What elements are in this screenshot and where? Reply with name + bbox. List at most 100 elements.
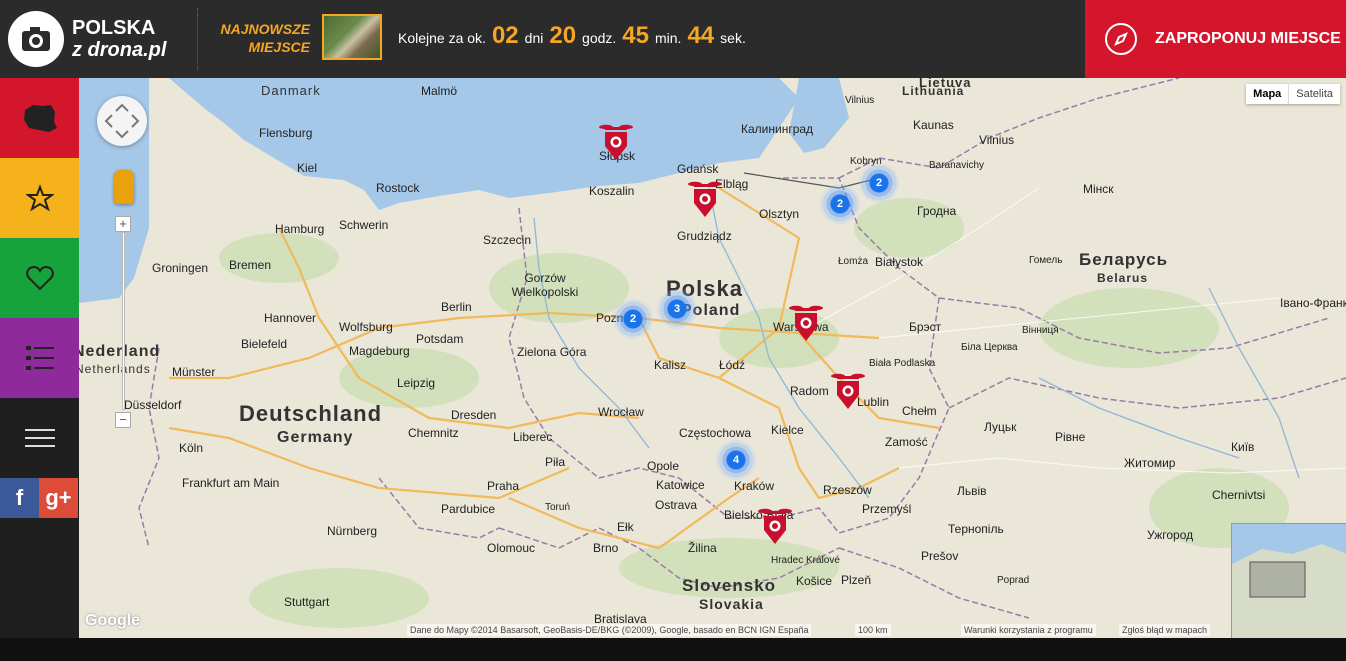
city-label-zielona-gora: Zielona Góra <box>517 345 587 359</box>
propose-place-button[interactable]: ZAPROPONUJ MIEJSCE <box>1085 0 1346 78</box>
googleplus-icon[interactable]: g+ <box>39 478 78 518</box>
city-label-czestochowa: Częstochowa <box>679 426 752 440</box>
city-label-dusseldorf: Düsseldorf <box>124 398 182 412</box>
site-logo[interactable]: POLSKA z drona.pl <box>8 10 198 68</box>
drone-pin-icon[interactable] <box>599 122 633 166</box>
facebook-icon[interactable]: f <box>0 478 39 518</box>
drone-pin-icon[interactable] <box>789 303 823 347</box>
logo-line1: POLSKA <box>72 17 156 39</box>
city-label-przemysl: Przemyśl <box>862 502 912 516</box>
map-cluster-marker[interactable]: 4 <box>716 440 756 480</box>
header-divider <box>197 8 198 70</box>
drone-pin-icon[interactable] <box>758 506 792 550</box>
map-canvas[interactable]: Polska Poland Deutschland Germany Sloven… <box>79 78 1346 638</box>
city-label-hradec: Piła <box>545 455 566 469</box>
map-terms-link[interactable]: Warunki korzystania z programu <box>961 624 1096 636</box>
countdown-seconds-label: sek. <box>720 30 746 46</box>
city-label-uzhhorod: Plzeň <box>841 573 872 587</box>
map-cluster-marker[interactable]: 3 <box>657 289 697 329</box>
city-label-opole: Opole <box>647 459 680 473</box>
star-icon <box>25 184 54 212</box>
drone-pin-icon[interactable] <box>831 371 865 415</box>
city-label-nurnberg: Nürnberg <box>327 524 378 538</box>
zoom-slider-track[interactable] <box>122 232 125 410</box>
bottom-bar <box>0 638 1346 661</box>
newest-place-label[interactable]: NAJNOWSZE MIEJSCE <box>210 20 310 56</box>
country-sublabel-slovakia: Slovakia <box>699 596 764 612</box>
countdown-minutes: 45 <box>622 22 649 49</box>
city-label-kaunas: Kaunas <box>913 118 954 132</box>
drone-pin-icon[interactable] <box>688 179 722 223</box>
city-label-brest: Брэст <box>909 320 942 334</box>
city-label-munster: Münster <box>172 365 216 379</box>
city-label-vilnius: Vilnius <box>979 133 1015 147</box>
city-label-chernivtsi: Poprad <box>997 575 1030 586</box>
city-label-katowice: Katowice <box>656 478 705 492</box>
sidebar: f g+ <box>0 78 79 638</box>
city-label-wolfsburg: Wolfsburg <box>339 320 393 334</box>
city-label-hannover: Hannover <box>264 311 317 325</box>
map-cluster-marker[interactable]: 2 <box>859 163 899 203</box>
city-label-malmo: Malmö <box>421 84 458 98</box>
propose-label: ZAPROPONUJ MIEJSCE <box>1155 30 1341 47</box>
city-label-ostrava: Ostrava <box>655 498 698 512</box>
map-cluster-marker[interactable]: 2 <box>613 299 653 339</box>
city-label-kosice: Košice <box>796 574 833 588</box>
sidebar-item-menu[interactable] <box>0 398 79 478</box>
city-label-homel: Івано-Франківськ <box>1280 296 1346 310</box>
camera-logo-icon <box>8 11 64 67</box>
city-label-krakow: Kraków <box>734 479 775 493</box>
list-icon <box>25 346 54 370</box>
sidebar-item-list[interactable] <box>0 318 79 398</box>
countdown-seconds: 44 <box>687 22 715 49</box>
logo-line2: z drona.pl <box>72 39 167 61</box>
map-type-control: Mapa Satelita <box>1246 84 1340 104</box>
countdown-hours: 20 <box>549 22 577 49</box>
city-label-rzeszow: Rzeszów <box>823 483 872 497</box>
city-label-kielce: Kielce <box>771 423 804 437</box>
city-label-biala-podlaska: Biała Podlaska <box>869 358 936 369</box>
country-sublabel-netherlands: Netherlands <box>79 362 151 376</box>
countdown-prefix: Kolejne za ok. <box>398 30 486 46</box>
city-label-kobryn: Біла Церква <box>961 342 1018 353</box>
city-label-zamosc: Zamość <box>885 435 928 449</box>
city-label-lutsk: Луцьк <box>984 420 1017 434</box>
newest-place-thumbnail[interactable] <box>322 14 382 60</box>
city-label-olomouc: Ełk <box>617 520 634 534</box>
city-label-koszalin: Koszalin <box>589 184 635 198</box>
city-label-plzen: Pardubice <box>441 502 496 516</box>
city-label-chelm: Chełm <box>902 404 937 418</box>
city-label-ceske-budejovice: Olomouc <box>487 541 536 555</box>
countdown-minutes-label: min. <box>655 30 682 46</box>
city-label-liberec: Liberec <box>513 430 553 444</box>
city-label-magdeburg: Magdeburg <box>349 344 410 358</box>
sidebar-item-favorites[interactable] <box>0 158 79 238</box>
top-bar: POLSKA z drona.pl NAJNOWSZE MIEJSCE Kole… <box>0 0 1346 78</box>
country-sublabel-lithuania: Lithuania <box>902 84 965 98</box>
city-label-rivne: Рівне <box>1055 430 1086 444</box>
city-label-poprad: Hradec Králové <box>771 555 840 566</box>
sidebar-item-map[interactable] <box>0 78 79 158</box>
city-label-stuttgart: Stuttgart <box>284 595 330 609</box>
city-label-ivano-frankivsk: Prešov <box>921 549 959 563</box>
zoom-in-button[interactable]: + <box>115 216 131 232</box>
map-cluster-marker[interactable]: 2 <box>820 184 860 224</box>
heart-icon <box>25 265 54 291</box>
city-label-grudziadz: Grudziądz <box>677 229 732 243</box>
zoom-out-button[interactable]: − <box>115 412 131 428</box>
city-label-minsk: Мінск <box>1083 182 1114 196</box>
map-type-satellite-button[interactable]: Satelita <box>1289 84 1340 104</box>
social-links: f g+ <box>0 478 79 518</box>
city-label-potsdam: Potsdam <box>416 332 464 346</box>
city-label-schwerin: Schwerin <box>339 218 389 232</box>
city-label-flensburg: Flensburg <box>259 126 313 140</box>
city-label-gorzow: Gorzów Wielkopolski <box>511 271 579 299</box>
map-report-link[interactable]: Zgłoś błąd w mapach <box>1119 624 1211 636</box>
map-type-map-button[interactable]: Mapa <box>1246 84 1290 104</box>
city-label-leipzig: Leipzig <box>397 376 436 390</box>
sidebar-item-liked[interactable] <box>0 238 79 318</box>
overview-map[interactable] <box>1231 523 1346 638</box>
city-label-baranavichy: Гомель <box>1029 255 1063 266</box>
street-view-pegman-icon[interactable] <box>114 170 134 204</box>
map-pan-control[interactable] <box>97 96 147 146</box>
